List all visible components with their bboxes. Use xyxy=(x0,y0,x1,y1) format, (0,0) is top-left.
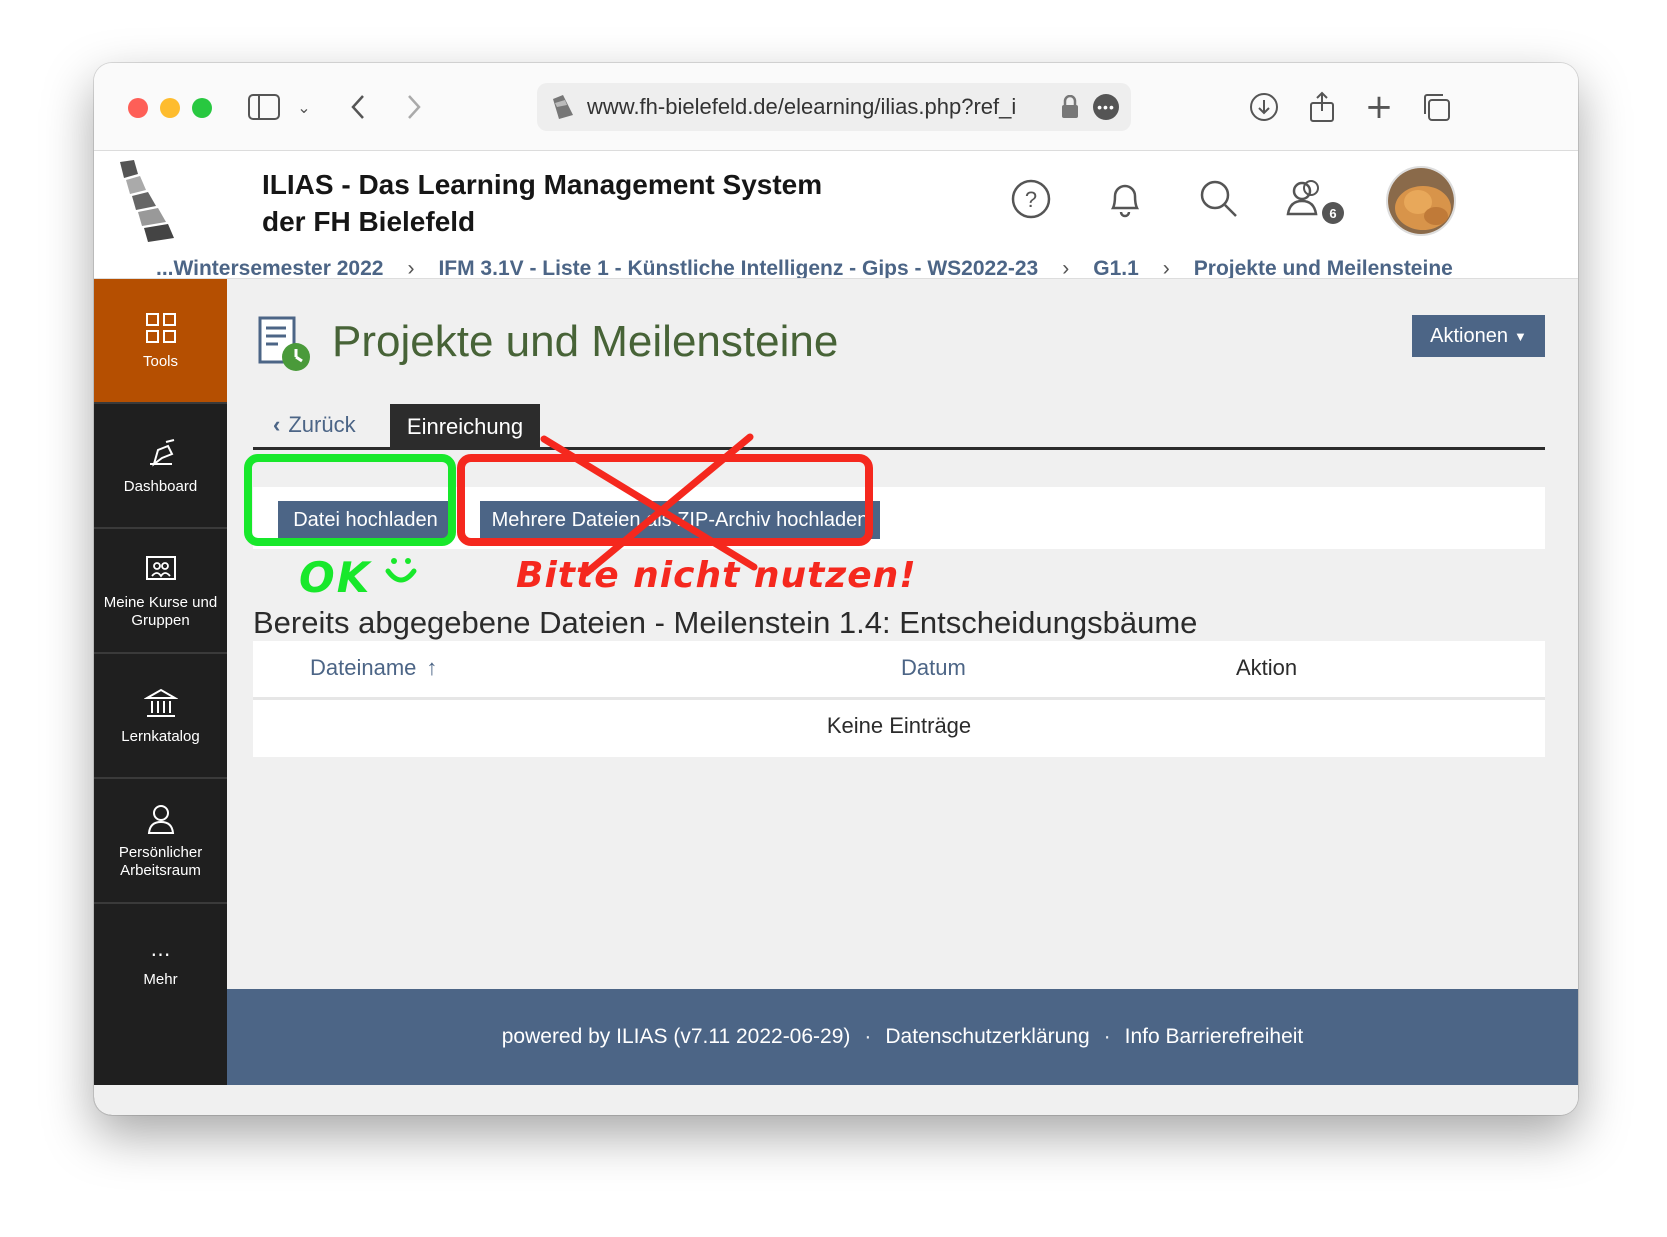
caret-down-icon: ▼ xyxy=(1513,328,1527,344)
footer-separator: · xyxy=(864,1025,872,1048)
column-header-aktion: Aktion xyxy=(1236,655,1298,680)
footer-powered[interactable]: powered by ILIAS (v7.11 2022-06-29) xyxy=(502,1025,851,1049)
sidebar-item-dashboard[interactable]: Dashboard xyxy=(94,404,227,529)
actions-label: Aktionen xyxy=(1430,324,1508,347)
breadcrumb-separator: › xyxy=(407,257,415,279)
chevron-left-icon: ‹ xyxy=(273,412,281,437)
browser-toolbar: ⌄ www.fh-bielefeld.de/elearning/ilias.ph… xyxy=(94,63,1578,151)
dashboard-icon xyxy=(149,438,174,467)
sidebar-item-label: Tools xyxy=(142,352,179,370)
site-title-line1: ILIAS - Das Learning Management System xyxy=(262,169,823,200)
tab-overview-icon[interactable] xyxy=(1416,87,1456,127)
user-avatar[interactable] xyxy=(1386,166,1456,236)
svg-text:?: ? xyxy=(1025,187,1037,212)
download-icon[interactable] xyxy=(1244,87,1284,127)
main-content: Projekte und Meilensteine Aktionen ▼ ‹ Z… xyxy=(227,279,1578,989)
sidebar-item-label: Meine Kurse und Gruppen xyxy=(103,593,218,629)
breadcrumb-item[interactable]: G1.1 xyxy=(1093,257,1139,278)
new-tab-icon[interactable]: + xyxy=(1359,87,1399,127)
breadcrumb-item[interactable]: IFM 3.1V - Liste 1 - Künstliche Intellig… xyxy=(438,257,1038,278)
toolbar-button-bar: Datei hochladen Mehrere Dateien als ZIP-… xyxy=(253,487,1545,549)
column-header-datum[interactable]: Datum xyxy=(901,655,966,681)
back-arrow-icon[interactable] xyxy=(338,87,378,127)
breadcrumb: ...Wintersemester 2022 › IFM 3.1V - Liste … xyxy=(156,257,1453,279)
breadcrumb-separator: › xyxy=(1062,257,1070,279)
footer-accessibility-link[interactable]: Info Barrierefreiheit xyxy=(1125,1025,1304,1049)
sidebar-item-label: Lernkatalog xyxy=(121,727,200,745)
close-window-button[interactable] xyxy=(128,98,148,118)
tab-einreichung[interactable]: Einreichung xyxy=(390,404,540,450)
sidebar-item-arbeitsraum[interactable]: Persönlicher Arbeitsraum xyxy=(94,779,227,904)
sidebar-item-tools[interactable]: Tools xyxy=(94,279,227,404)
ilias-header: ILIAS - Das Learning Management System d… xyxy=(94,152,1578,279)
sidebar-item-lernkatalog[interactable]: Lernkatalog xyxy=(94,654,227,779)
sidebar-toggle-icon[interactable] xyxy=(244,87,284,127)
site-favicon-icon xyxy=(553,95,573,119)
lock-icon xyxy=(1062,95,1078,118)
maximize-window-button[interactable] xyxy=(192,98,212,118)
section-title: Bereits abgegebene Dateien - Meilenstein… xyxy=(253,605,1198,640)
chevron-down-icon[interactable]: ⌄ xyxy=(284,87,324,127)
main-sidebar: Tools Dashboard Meine Kurse und Gruppen xyxy=(94,279,227,1115)
upload-file-button[interactable]: Datei hochladen xyxy=(278,501,453,539)
page-title: Projekte und Meilensteine xyxy=(332,317,839,366)
site-title: ILIAS - Das Learning Management System d… xyxy=(262,166,822,240)
sidebar-item-label: Dashboard xyxy=(123,477,198,495)
forward-arrow-icon[interactable] xyxy=(394,87,434,127)
tab-back[interactable]: ‹ Zurück xyxy=(273,412,356,438)
empty-table-message: Keine Einträge xyxy=(826,713,972,738)
person-icon xyxy=(147,804,174,834)
catalog-icon xyxy=(143,688,178,717)
contacts-badge: 6 xyxy=(1322,202,1344,224)
tab-bar: ‹ Zurück Einreichung xyxy=(253,404,1545,450)
submitted-files-table: Dateiname ↑ Datum Aktion Keine Einträge xyxy=(253,641,1545,757)
search-icon[interactable] xyxy=(1194,174,1244,224)
courses-icon xyxy=(145,555,176,580)
more-options-icon[interactable]: ••• xyxy=(1093,94,1119,120)
url-text: www.fh-bielefeld.de/elearning/ilias.php?… xyxy=(587,94,1017,119)
footer-separator: · xyxy=(1103,1025,1111,1048)
bell-icon[interactable] xyxy=(1100,174,1150,224)
sidebar-item-label: Mehr xyxy=(143,970,178,988)
address-bar[interactable]: www.fh-bielefeld.de/elearning/ilias.php?… xyxy=(537,83,1131,131)
share-icon[interactable] xyxy=(1302,87,1342,127)
breadcrumb-item[interactable]: ...Wintersemester 2022 xyxy=(156,257,383,278)
column-header-label: Dateiname xyxy=(310,655,417,680)
grid-icon xyxy=(145,312,176,343)
minimize-window-button[interactable] xyxy=(160,98,180,118)
page-footer: powered by ILIAS (v7.11 2022-06-29) · Da… xyxy=(227,989,1578,1085)
sidebar-item-courses[interactable]: Meine Kurse und Gruppen xyxy=(94,529,227,654)
sort-ascending-icon: ↑ xyxy=(426,655,438,680)
footer-privacy-link[interactable]: Datenschutzerklärung xyxy=(885,1025,1089,1049)
breadcrumb-separator: › xyxy=(1162,257,1170,279)
browser-window: ⌄ www.fh-bielefeld.de/elearning/ilias.ph… xyxy=(94,63,1578,1115)
sidebar-bottom-strip xyxy=(94,1085,1578,1115)
site-title-line2: der FH Bielefeld xyxy=(262,206,476,237)
help-icon[interactable]: ? xyxy=(1006,174,1056,224)
column-header-dateiname[interactable]: Dateiname ↑ xyxy=(310,655,437,681)
actions-dropdown-button[interactable]: Aktionen ▼ xyxy=(1412,315,1545,357)
table-divider xyxy=(253,697,1545,700)
exercise-icon xyxy=(258,316,310,371)
fh-bielefeld-logo[interactable] xyxy=(116,160,186,242)
upload-zip-button[interactable]: Mehrere Dateien als ZIP-Archiv hochladen xyxy=(480,501,880,539)
sidebar-item-label: Persönlicher Arbeitsraum xyxy=(118,843,203,879)
tab-back-label: Zurück xyxy=(288,412,356,437)
more-icon: ⋯ xyxy=(150,943,171,966)
breadcrumb-item[interactable]: Projekte und Meilensteine xyxy=(1194,257,1453,278)
sidebar-item-mehr[interactable]: ⋯ Mehr xyxy=(94,904,227,1029)
